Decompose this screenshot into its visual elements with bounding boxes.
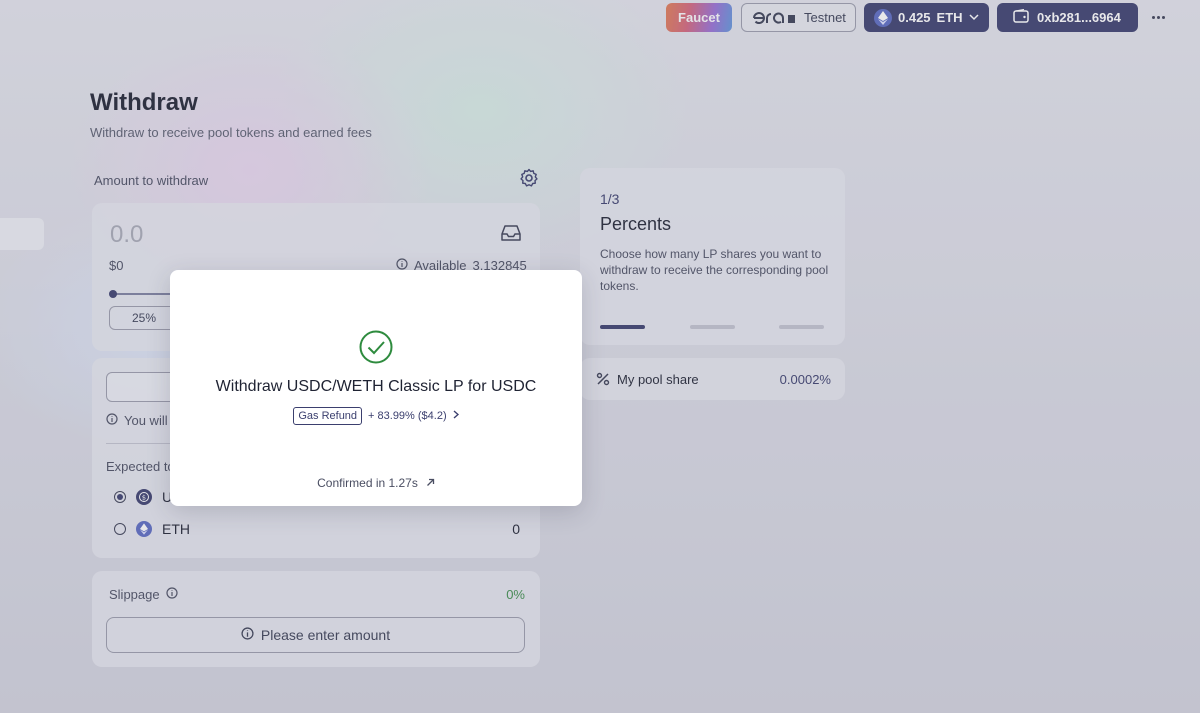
transaction-success-modal: Withdraw USDC/WETH Classic LP for USDC G…	[170, 270, 582, 506]
confirmed-link[interactable]: Confirmed in 1.27s	[170, 476, 582, 490]
gas-refund-value[interactable]: + 83.99% ($4.2)	[368, 410, 459, 422]
modal-title: Withdraw USDC/WETH Classic LP for USDC	[215, 378, 537, 395]
gas-refund-row[interactable]: Gas Refund + 83.99% ($4.2)	[170, 407, 582, 425]
check-circle-icon	[359, 330, 393, 364]
confirmed-text: Confirmed in 1.27s	[317, 476, 418, 490]
chevron-right-icon	[453, 410, 459, 422]
external-link-arrow-icon	[426, 476, 435, 490]
gas-refund-amount: + 83.99% ($4.2)	[368, 410, 447, 422]
gas-refund-badge: Gas Refund	[293, 407, 363, 425]
